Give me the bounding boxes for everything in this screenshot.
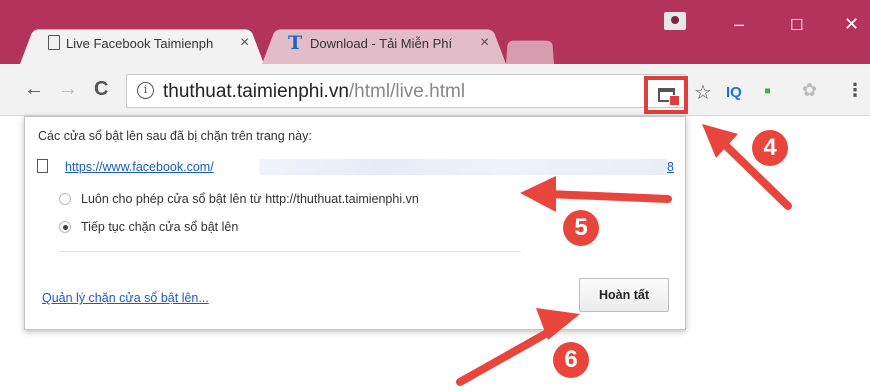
arrowhead-5 bbox=[520, 176, 556, 212]
annotation-arrows bbox=[456, 124, 792, 386]
arrow-to-done-button bbox=[456, 324, 560, 386]
arrow-to-allow-option bbox=[544, 190, 672, 203]
callout-5: 5 bbox=[563, 210, 599, 246]
callout-6: 6 bbox=[553, 342, 589, 378]
callout-4: 4 bbox=[752, 130, 788, 166]
